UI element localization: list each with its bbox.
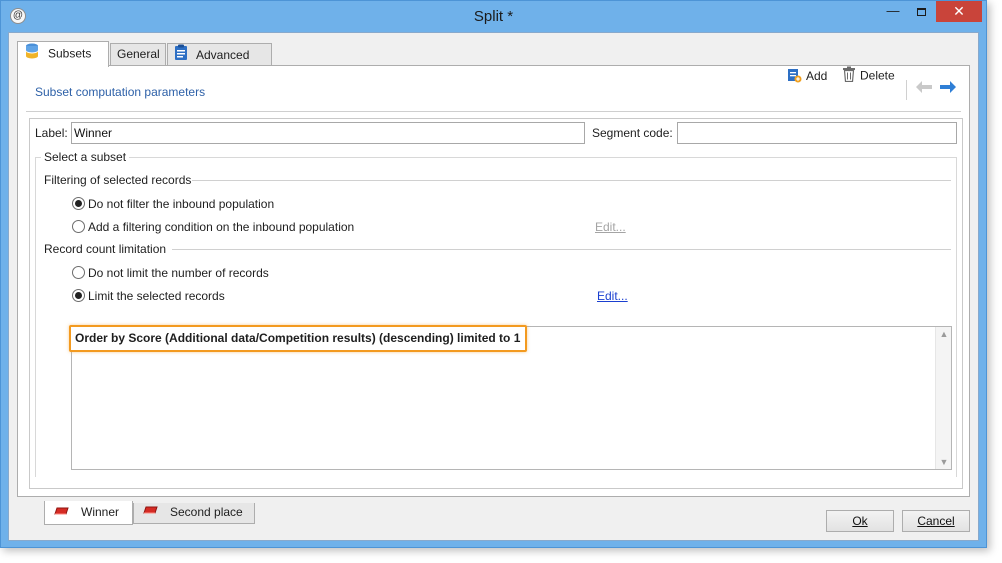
delete-button[interactable]: Delete bbox=[842, 66, 895, 87]
minimize-button[interactable]: — bbox=[879, 1, 907, 22]
subset-icon bbox=[53, 502, 69, 524]
trash-icon bbox=[842, 66, 856, 87]
arrow-left-icon bbox=[915, 81, 933, 97]
arrow-right-icon bbox=[939, 81, 957, 97]
delete-label: Delete bbox=[860, 68, 895, 83]
query-description-text: Order by Score (Additional data/Competit… bbox=[69, 325, 528, 352]
query-description-box[interactable]: Order by Score (Additional data/Competit… bbox=[69, 325, 952, 470]
select-subset-title: Select a subset bbox=[41, 150, 130, 164]
scroll-down-icon[interactable]: ▼ bbox=[936, 457, 952, 467]
maximize-button[interactable] bbox=[907, 1, 935, 22]
header-divider bbox=[26, 111, 961, 112]
cancel-button[interactable]: Cancel bbox=[902, 510, 970, 532]
tab-label: Advanced bbox=[196, 48, 250, 63]
ok-button[interactable]: Ok bbox=[826, 510, 894, 532]
limit-edit-link[interactable]: Edit... bbox=[597, 289, 628, 303]
tab-label: Subsets bbox=[48, 46, 92, 61]
section-title: Subset computation parameters bbox=[35, 85, 206, 99]
radio-add-filter[interactable]: Add a filtering condition on the inbound… bbox=[72, 219, 354, 235]
subset-tab-label: Winner bbox=[81, 505, 120, 519]
ok-label: Ok bbox=[852, 514, 868, 528]
radio-button[interactable] bbox=[72, 220, 85, 234]
vertical-scrollbar[interactable]: ▲ ▼ bbox=[935, 327, 951, 469]
add-icon bbox=[786, 66, 802, 88]
filtering-divider bbox=[192, 180, 951, 181]
radio-button-checked[interactable] bbox=[72, 197, 85, 211]
radio-no-filter[interactable]: Do not filter the inbound population bbox=[72, 196, 274, 212]
tab-general[interactable]: General bbox=[110, 43, 166, 66]
segment-code-input[interactable] bbox=[677, 122, 957, 144]
dialog-client-area: Subsets General Advanced Subset computat… bbox=[8, 32, 979, 541]
add-button[interactable]: Add bbox=[786, 66, 827, 88]
subset-tab-second-place[interactable]: Second place bbox=[133, 503, 255, 524]
tab-label: General bbox=[117, 47, 160, 61]
radio-button[interactable] bbox=[72, 266, 85, 280]
filtering-title: Filtering of selected records bbox=[44, 173, 192, 187]
next-arrow-button[interactable] bbox=[939, 80, 957, 99]
cancel-label: Cancel bbox=[917, 514, 955, 528]
scroll-up-icon[interactable]: ▲ bbox=[936, 329, 952, 339]
title-bar[interactable]: @ Split * — ✕ bbox=[1, 1, 986, 32]
subset-tab-winner[interactable]: Winner bbox=[44, 501, 133, 525]
radio-limit-records[interactable]: Limit the selected records bbox=[72, 288, 225, 304]
radio-label: Limit the selected records bbox=[88, 288, 225, 303]
radio-label: Do not limit the number of records bbox=[88, 265, 269, 280]
subsets-panel: Subset computation parameters Add Delete… bbox=[17, 65, 970, 525]
database-icon bbox=[24, 42, 40, 67]
window-title: Split * bbox=[473, 8, 514, 25]
label-caption: Label: bbox=[35, 126, 68, 140]
radio-button-checked[interactable] bbox=[72, 289, 85, 303]
radio-no-limit[interactable]: Do not limit the number of records bbox=[72, 265, 269, 281]
filter-edit-link[interactable]: Edit... bbox=[595, 220, 626, 234]
add-label: Add bbox=[806, 69, 828, 84]
toolbar-separator bbox=[906, 80, 907, 100]
tab-subsets[interactable]: Subsets bbox=[17, 41, 109, 67]
radio-label: Add a filtering condition on the inbound… bbox=[88, 219, 355, 234]
subset-icon bbox=[142, 503, 158, 522]
dialog-window: @ Split * — ✕ Subsets General Advanced S… bbox=[0, 0, 987, 548]
radio-label: Do not filter the inbound population bbox=[88, 196, 275, 211]
tab-advanced[interactable]: Advanced bbox=[167, 43, 272, 66]
limitation-title: Record count limitation bbox=[44, 242, 167, 256]
limitation-divider bbox=[172, 249, 951, 250]
segment-code-caption: Segment code: bbox=[592, 126, 673, 140]
maximize-icon bbox=[916, 7, 926, 16]
close-button[interactable]: ✕ bbox=[936, 1, 982, 22]
label-input[interactable] bbox=[71, 122, 585, 144]
subset-tab-label: Second place bbox=[170, 505, 243, 519]
previous-arrow-button[interactable] bbox=[915, 80, 933, 99]
subset-editor: Label: Segment code: Select a subset Fil… bbox=[29, 118, 963, 489]
